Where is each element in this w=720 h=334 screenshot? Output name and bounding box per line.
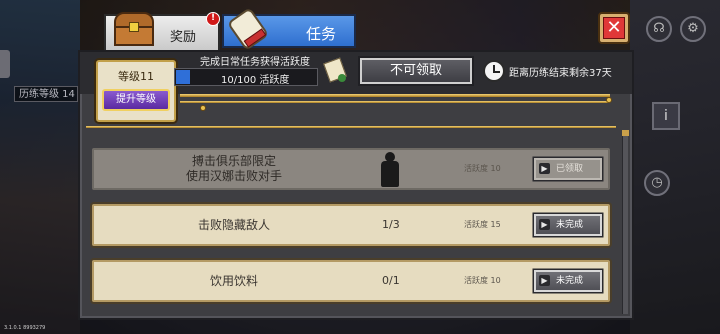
tab-reward-label: 奖励 [170,30,197,45]
task-activity: 活跃度 10 [464,164,501,173]
settings-gear-icon[interactable]: ⚙ [680,16,706,42]
notification-badge: ! [206,12,220,26]
gold-divider-list [86,126,616,128]
task-status-button[interactable]: ▶ 未完成 [534,270,602,292]
chevron-right-icon: ▶ [539,163,550,174]
task-name-line2: 使用汉娜击败对手 [185,169,282,183]
divider-ornament [606,97,612,103]
scroll-reward-icon [322,57,348,86]
game-screen: 历练等级 14 3.1.0.1 8993279 ☊ ⚙ i ◷ 奖励 ! 任务 … [0,0,720,334]
claim-button[interactable]: 不可领取 [360,58,472,84]
task-status-label: 未完成 [556,276,584,286]
tab-reward[interactable]: 奖励 [104,12,220,52]
task-name: 饮用饮料 [134,262,334,300]
activity-progress-text: 10/100 活跃度 [221,75,290,86]
headset-icon[interactable]: ☊ [646,16,672,42]
character-silhouette-icon [380,152,400,188]
task-name: 搏击俱乐部限定 使用汉娜击败对手 [134,150,334,188]
task-progress: 0/1 [382,274,400,287]
treasure-chest-icon [112,10,156,48]
list-scrollbar[interactable] [622,130,629,314]
task-name-line1: 击败隐藏敌人 [197,217,270,232]
side-drawer-tab[interactable] [0,50,10,78]
task-row: 饮用饮料 0/1 活跃度 10 ▶ 未完成 [92,260,610,302]
divider-ornament [200,105,206,111]
version-text: 3.1.0.1 8993279 [4,325,46,331]
activity-hint: 完成日常任务获得活跃度 [200,57,310,68]
chevron-right-icon: ▶ [539,275,550,286]
scrollbar-thumb[interactable] [622,130,629,136]
task-row: 击败隐藏敌人 1/3 活跃度 15 ▶ 未完成 [92,204,610,246]
activity-progress-bar: 10/100 活跃度 [174,68,318,86]
tab-task[interactable]: 任务 [222,7,356,51]
info-icon[interactable]: i [652,102,680,130]
task-name-line1: 饮用饮料 [209,273,258,288]
activity-progress-fill [176,70,190,84]
task-activity: 活跃度 10 [464,276,501,285]
side-menu-icon[interactable]: ◷ [644,170,670,196]
task-status-button[interactable]: ▶ 未完成 [534,214,602,236]
task-status-button[interactable]: ▶ 已领取 [534,158,602,180]
task-row: 搏击俱乐部限定 使用汉娜击败对手 活跃度 10 ▶ 已领取 [92,148,610,190]
task-list[interactable]: 搏击俱乐部限定 使用汉娜击败对手 活跃度 10 ▶ 已领取 击败隐藏敌人 1/3… [86,130,612,314]
hud-level-text: 历练等级 14 [14,86,78,102]
upgrade-level-button[interactable]: 提升等级 [102,89,170,111]
task-progress: 1/3 [382,218,400,231]
gold-divider-middle [180,101,610,103]
task-name-line1: 搏击俱乐部限定 [191,154,276,168]
task-name: 击败隐藏敌人 [134,206,334,244]
season-countdown: 距离历练结束剩余37天 [509,68,612,79]
task-status-label: 已领取 [556,164,584,174]
task-activity: 活跃度 15 [464,220,501,229]
chevron-right-icon: ▶ [539,219,550,230]
scroll-icon [226,7,272,51]
close-icon: ✕ [603,17,625,39]
gold-divider-top [180,94,610,97]
level-label: 等级11 [118,70,154,83]
tab-task-label: 任务 [306,25,337,43]
task-status-label: 未完成 [556,220,584,230]
close-button[interactable]: ✕ [598,12,630,44]
clock-icon [483,60,505,82]
